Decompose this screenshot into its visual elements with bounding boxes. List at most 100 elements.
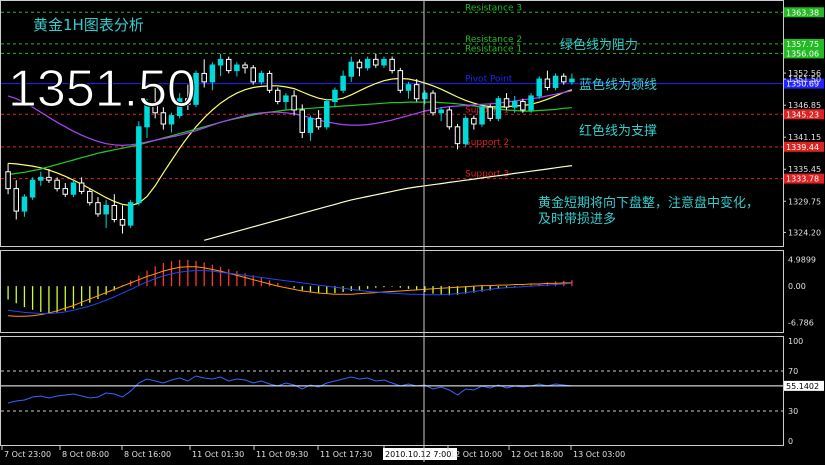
candle-body bbox=[283, 95, 289, 103]
candle-body bbox=[381, 58, 387, 66]
macd-indicator: 4.9899 0.00 -6.786 bbox=[7, 255, 816, 328]
candle-body bbox=[87, 190, 93, 204]
macd-tick-label: 0.00 bbox=[788, 282, 806, 291]
candle-body bbox=[511, 101, 518, 108]
candle-body bbox=[242, 64, 248, 69]
price-badge-label: 1357.75 bbox=[786, 40, 819, 49]
candle-body bbox=[413, 84, 420, 100]
candle-body bbox=[462, 117, 469, 145]
candle-body bbox=[217, 58, 224, 66]
candle-body bbox=[446, 109, 453, 128]
candle-body bbox=[250, 67, 256, 83]
price-tick-label: 1346.85 bbox=[788, 101, 821, 110]
candle-body bbox=[291, 95, 297, 111]
candle-body bbox=[54, 179, 60, 190]
candle-body bbox=[78, 182, 85, 192]
candle-body bbox=[70, 182, 77, 195]
price-badge-label: 1345.23 bbox=[786, 110, 819, 119]
time-tick-label: 7 Oct 23:00 bbox=[4, 450, 51, 459]
time-tick-label: 8 Oct 08:00 bbox=[62, 450, 109, 459]
candle-body bbox=[479, 106, 485, 125]
candle-body bbox=[569, 78, 575, 83]
candle-body bbox=[13, 188, 20, 212]
candle-body bbox=[46, 176, 52, 181]
price-tick-label: 1329.75 bbox=[788, 197, 821, 206]
time-tick-label: 12 Oct 10:00 bbox=[450, 450, 502, 459]
chart-stage: Resistance 3 Resistance 2 Resistance 1 Pivo… bbox=[0, 0, 825, 465]
candle-body bbox=[405, 84, 412, 91]
candle-body bbox=[95, 202, 101, 215]
time-tick-label: 12 Oct 18:00 bbox=[511, 450, 563, 459]
price-badge-label: 1339.44 bbox=[786, 143, 819, 152]
gold-1h-chart: Resistance 3 Resistance 2Resistance 1 Pivo… bbox=[0, 0, 824, 462]
price-tick-label: 1341.15 bbox=[788, 133, 821, 142]
candle-body bbox=[560, 75, 567, 83]
candle-body bbox=[520, 101, 526, 111]
candle-body bbox=[299, 109, 306, 133]
candle-body bbox=[225, 58, 232, 72]
candle-body bbox=[62, 188, 69, 195]
candle-body bbox=[332, 89, 338, 103]
candle-body bbox=[471, 117, 477, 125]
candle-body bbox=[38, 176, 44, 181]
macd-line bbox=[8, 270, 572, 314]
candle-body bbox=[274, 89, 281, 103]
moving-average-line bbox=[204, 165, 572, 241]
annotation-blue-neckline: 蓝色线为颈线 bbox=[579, 77, 657, 93]
level-label: Support 2 bbox=[465, 138, 509, 148]
candle-body bbox=[307, 117, 314, 133]
candle-body bbox=[487, 106, 493, 119]
time-axis: 7 Oct 23:00 8 Oct 08:00 8 Oct 16:00 11 Oct … bbox=[1, 446, 625, 460]
candle-body bbox=[438, 109, 444, 114]
rsi-tick-label: 30 bbox=[788, 407, 798, 416]
time-tick-label: 11 Oct 17:30 bbox=[320, 450, 372, 459]
rsi-current-label: 55.1402 bbox=[786, 382, 819, 391]
time-cursor-label: 2010.10.12 7:00 bbox=[385, 450, 451, 459]
candle-body bbox=[201, 72, 207, 83]
candle-body bbox=[136, 126, 142, 204]
annotation-outlook-line2: 及时带损进多 bbox=[538, 211, 616, 227]
candle-body bbox=[397, 70, 404, 91]
candle-body bbox=[430, 92, 436, 114]
candle-body bbox=[364, 58, 371, 69]
rsi-indicator: 100 70 55.1402 30 0 bbox=[1, 337, 824, 446]
price-tick-label: 1335.45 bbox=[788, 165, 821, 174]
time-tick-label: 13 Oct 03:00 bbox=[573, 450, 625, 459]
candle-body bbox=[389, 58, 395, 72]
candle-body bbox=[29, 179, 36, 198]
candle-body bbox=[119, 219, 126, 226]
candle-body bbox=[266, 72, 273, 91]
rsi-tick-label: 100 bbox=[788, 337, 803, 346]
price-tick-label: 1324.20 bbox=[788, 228, 821, 237]
level-label: Resistance 3 bbox=[465, 3, 522, 13]
candle-body bbox=[209, 64, 216, 83]
macd-signal-line bbox=[8, 266, 572, 317]
candle-body bbox=[454, 126, 461, 145]
candle-body bbox=[315, 117, 322, 128]
time-tick-label: 11 Oct 01:30 bbox=[192, 450, 244, 459]
rsi-tick-label: 70 bbox=[788, 367, 798, 376]
candle-body bbox=[234, 64, 240, 72]
price-badge-label: 1356.06 bbox=[786, 49, 819, 58]
candle-body bbox=[422, 92, 428, 100]
level-label: Pivot Point bbox=[465, 75, 513, 85]
candle-body bbox=[552, 75, 559, 88]
price-tick-label: 1351.50 bbox=[788, 75, 821, 84]
annotation-green-resistance: 绿色线为阻力 bbox=[560, 37, 638, 53]
time-tick-label: 11 Oct 09:30 bbox=[256, 450, 308, 459]
candle-body bbox=[127, 202, 134, 226]
rsi-line bbox=[7, 375, 572, 404]
annotation-red-support: 红色线为支撑 bbox=[579, 123, 657, 139]
price-axis: 1363.381357.751356.061350.691345.231339.… bbox=[783, 7, 824, 237]
macd-tick-label: -6.786 bbox=[788, 319, 814, 328]
price-badge-label: 1363.38 bbox=[786, 8, 819, 17]
macd-tick-label: 4.9899 bbox=[788, 255, 816, 264]
candle-body bbox=[528, 95, 534, 111]
candle-body bbox=[544, 78, 551, 88]
candle-body bbox=[103, 204, 109, 215]
level-label: Resistance 1 bbox=[465, 44, 522, 54]
candle-body bbox=[258, 72, 265, 83]
candle-body bbox=[373, 58, 379, 66]
price-badge-label: 1333.78 bbox=[786, 175, 819, 184]
rsi-panel-frame bbox=[0, 336, 784, 446]
